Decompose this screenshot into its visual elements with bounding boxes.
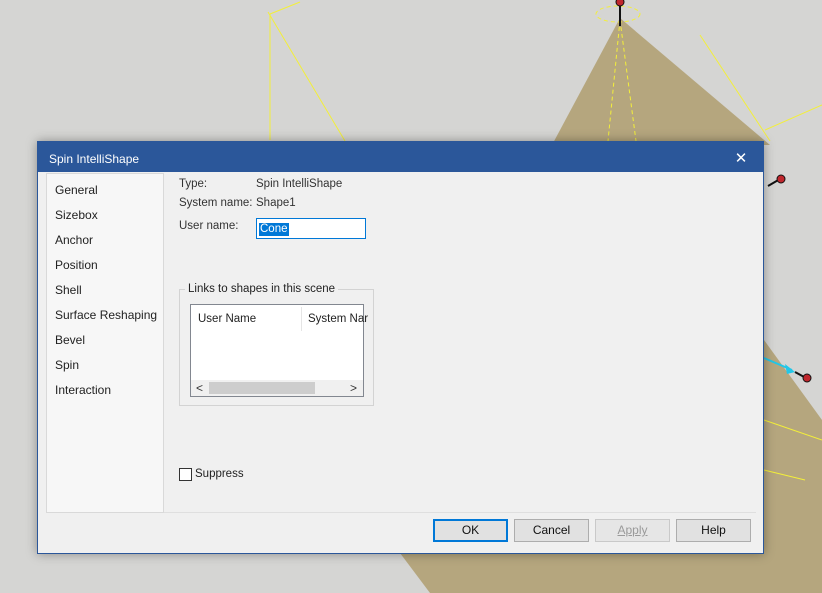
type-value: Spin IntelliShape	[256, 178, 343, 190]
scrollbar-thumb[interactable]	[209, 382, 315, 394]
property-nav: General Sizebox Anchor Position Shell Su…	[46, 173, 164, 513]
cancel-button[interactable]: Cancel	[514, 519, 589, 542]
nav-item-anchor[interactable]: Anchor	[55, 233, 93, 247]
dialog-titlebar[interactable]: Spin IntelliShape ✕	[38, 142, 763, 172]
nav-item-general[interactable]: General	[55, 183, 98, 197]
column-header-user-name[interactable]: User Name	[198, 313, 256, 325]
suppress-label[interactable]: Suppress	[195, 468, 244, 480]
ok-button[interactable]: OK	[433, 519, 508, 542]
footer-divider	[164, 512, 756, 513]
system-name-label: System name:	[179, 197, 253, 209]
suppress-checkbox[interactable]	[179, 468, 192, 481]
help-button[interactable]: Help	[676, 519, 751, 542]
dialog-title: Spin IntelliShape	[49, 152, 140, 166]
user-name-selected-text: Cone	[259, 223, 289, 236]
spin-intellishape-dialog: Spin IntelliShape ✕ General Sizebox Anch…	[37, 141, 764, 554]
scroll-right-icon[interactable]: >	[350, 380, 357, 396]
links-groupbox-title: Links to shapes in this scene	[185, 283, 339, 295]
horizontal-scrollbar[interactable]: < >	[191, 380, 363, 396]
nav-item-bevel[interactable]: Bevel	[55, 333, 85, 347]
user-name-input[interactable]: Cone	[256, 218, 366, 239]
links-listview[interactable]: User Name System Nar < >	[190, 304, 368, 397]
close-icon[interactable]: ✕	[719, 142, 763, 172]
nav-item-shell[interactable]: Shell	[55, 283, 82, 297]
nav-item-spin[interactable]: Spin	[55, 358, 79, 372]
system-name-value: Shape1	[256, 197, 296, 209]
nav-item-interaction[interactable]: Interaction	[55, 383, 111, 397]
column-header-system-name[interactable]: System Nar	[308, 313, 368, 325]
scroll-left-icon[interactable]: <	[196, 380, 203, 396]
type-label: Type:	[179, 178, 208, 190]
nav-item-position[interactable]: Position	[55, 258, 98, 272]
user-name-label: User name:	[179, 220, 239, 232]
column-divider[interactable]	[301, 307, 302, 331]
apply-button[interactable]: Apply	[595, 519, 670, 542]
nav-item-surface-reshaping[interactable]: Surface Reshaping	[55, 308, 157, 322]
nav-item-sizebox[interactable]: Sizebox	[55, 208, 98, 222]
apply-button-label: Apply	[617, 523, 648, 537]
links-groupbox: Links to shapes in this scene User Name …	[179, 283, 374, 406]
